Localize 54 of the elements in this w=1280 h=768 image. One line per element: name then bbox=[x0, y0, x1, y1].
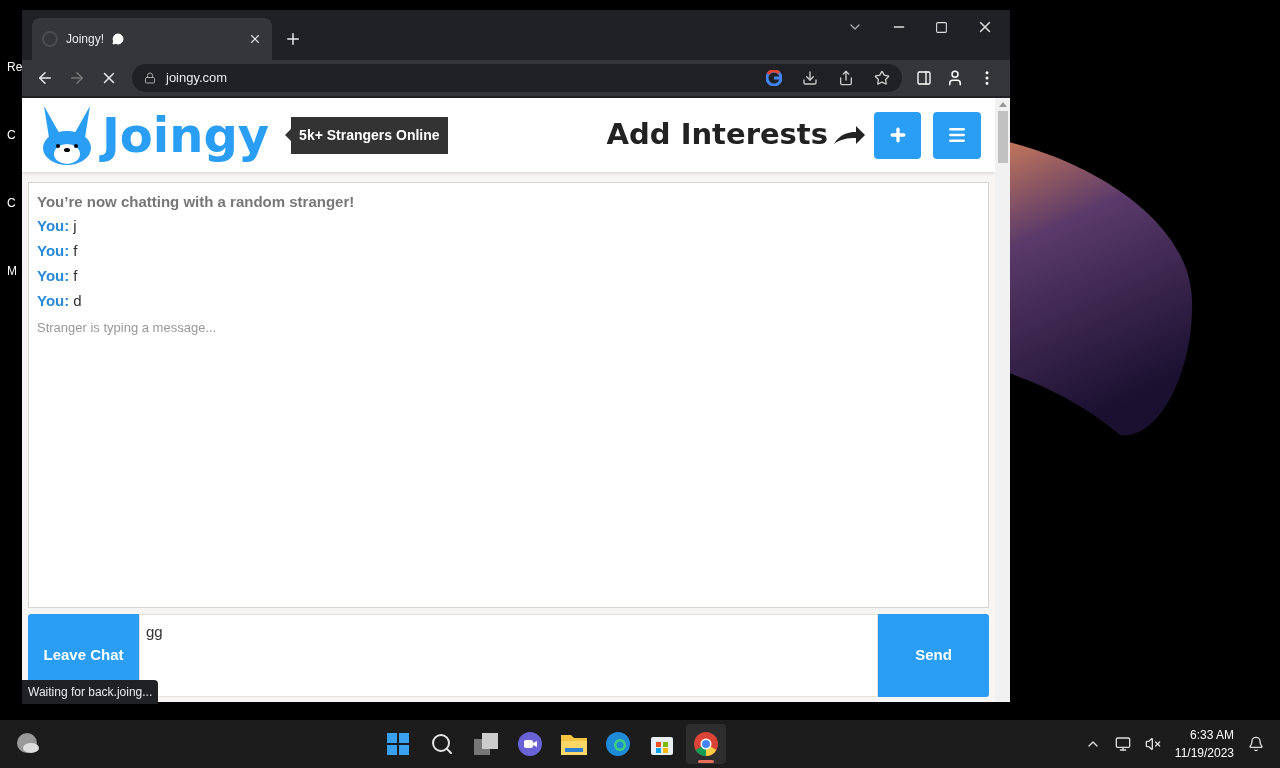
desktop-icon-label: C bbox=[6, 195, 17, 212]
back-icon[interactable] bbox=[36, 69, 54, 87]
desktop-icon-label: C bbox=[6, 127, 17, 144]
close-tab-icon[interactable] bbox=[248, 32, 262, 46]
sender-label: You: bbox=[37, 215, 70, 236]
network-icon[interactable] bbox=[1114, 736, 1131, 752]
video-chat-icon bbox=[518, 732, 543, 756]
muted-speaker-icon[interactable] bbox=[1144, 736, 1161, 752]
message-text: j bbox=[73, 215, 77, 236]
bookmark-star-icon[interactable] bbox=[874, 70, 890, 86]
add-interest-button[interactable] bbox=[874, 111, 921, 159]
share-icon[interactable] bbox=[838, 70, 854, 86]
browser-tab[interactable]: Joingy! bbox=[32, 18, 272, 60]
maximize-icon[interactable] bbox=[935, 20, 948, 34]
google-logo-icon[interactable] bbox=[766, 70, 782, 86]
address-bar[interactable]: joingy.com bbox=[132, 64, 902, 92]
chrome-logo-icon bbox=[694, 732, 719, 756]
typing-indicator: Stranger is typing a message... bbox=[37, 318, 218, 337]
message-text: f bbox=[73, 240, 78, 261]
sender-label: You: bbox=[37, 240, 70, 261]
add-interests-label: Add Interests bbox=[606, 116, 828, 154]
install-icon[interactable] bbox=[802, 70, 818, 86]
sender-label: You: bbox=[37, 265, 70, 286]
menu-icon bbox=[947, 125, 967, 145]
taskbar-app[interactable] bbox=[686, 724, 727, 764]
message-text: f bbox=[73, 265, 78, 286]
chat-notice: You’re now chatting with a random stranger! bbox=[37, 192, 356, 212]
message-text: d bbox=[73, 290, 82, 311]
url-text: joingy.com bbox=[166, 69, 229, 88]
online-count-badge: 5k+ Strangers Online bbox=[291, 116, 448, 154]
menu-button[interactable] bbox=[933, 111, 981, 159]
notification-bell-icon[interactable] bbox=[1248, 736, 1264, 752]
lock-icon bbox=[144, 72, 156, 84]
sender-label: You: bbox=[37, 290, 70, 311]
forward-icon[interactable] bbox=[68, 69, 86, 87]
desktop-icon-label: M bbox=[6, 263, 18, 280]
curved-arrow-icon bbox=[832, 124, 866, 146]
scrollbar[interactable] bbox=[995, 98, 1010, 702]
folder-icon bbox=[561, 733, 588, 755]
new-tab-icon[interactable] bbox=[284, 30, 302, 48]
tab-title: Joingy! bbox=[66, 31, 105, 48]
speech-bubble-icon bbox=[112, 33, 125, 45]
profile-icon[interactable] bbox=[946, 69, 964, 87]
side-panel-icon[interactable] bbox=[916, 70, 932, 86]
status-tooltip: Waiting for back.joing... bbox=[22, 680, 159, 704]
desktop-icon-label: Re bbox=[6, 59, 23, 76]
search-icon bbox=[430, 732, 455, 756]
weather-cloud-icon[interactable] bbox=[16, 732, 40, 756]
clock-time[interactable]: 6:33 AM bbox=[1190, 726, 1234, 744]
windows-logo-icon bbox=[386, 732, 411, 756]
clock-date[interactable]: 11/19/2023 bbox=[1174, 744, 1234, 762]
badge-pointer-icon bbox=[285, 129, 292, 141]
overlapping-windows-icon bbox=[474, 733, 499, 755]
edge-logo-icon bbox=[606, 732, 631, 756]
